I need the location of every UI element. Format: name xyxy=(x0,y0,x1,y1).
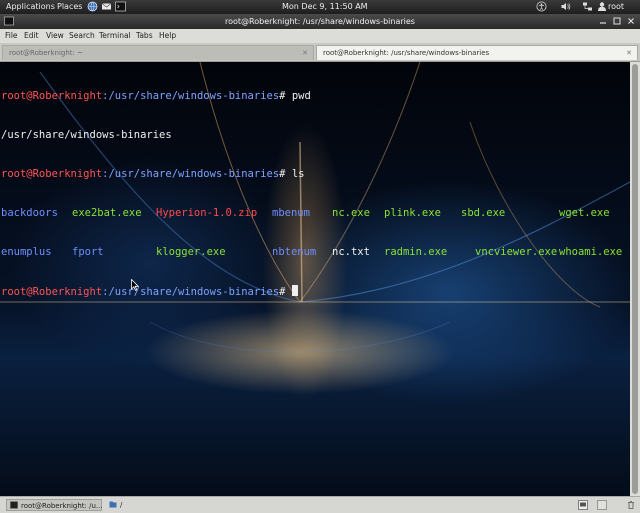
user-icon[interactable] xyxy=(597,1,607,16)
ls-entry: klogger.exe xyxy=(156,246,226,258)
scrollbar-thumb[interactable] xyxy=(632,64,638,494)
ls-entry: nc.exe xyxy=(332,207,370,219)
bottom-panel: root@Roberknight: /u... / xyxy=(0,496,640,513)
close-button[interactable] xyxy=(626,16,636,26)
taskbar-terminal-label: root@Roberknight: /u... xyxy=(21,502,103,510)
prompt-user: root@Roberknight xyxy=(1,286,103,298)
speaker-icon[interactable] xyxy=(560,1,571,16)
folder-icon xyxy=(109,501,117,508)
ls-entry: vncviewer.exe xyxy=(475,246,558,258)
prompt-line: root@Roberknight:/usr/share/windows-bina… xyxy=(1,90,311,103)
window-menu-icon[interactable] xyxy=(4,16,14,26)
ls-entry: wget.exe xyxy=(559,207,610,219)
text-cursor xyxy=(291,285,298,296)
ls-entry: nc.txt xyxy=(332,246,370,258)
envelope-icon[interactable] xyxy=(101,1,112,16)
terminal-icon xyxy=(10,501,18,509)
terminal-area[interactable]: root@Roberknight:/usr/share/windows-bina… xyxy=(0,62,630,496)
ls-entry: sbd.exe xyxy=(461,207,506,219)
prompt-line: root@Roberknight:/usr/share/windows-bina… xyxy=(1,285,311,298)
tab-home[interactable]: root@Roberknight: ~ ✕ xyxy=(2,45,314,60)
ls-entry: backdoors xyxy=(1,207,58,219)
ls-entry: radmin.exe xyxy=(384,246,448,258)
mouse-pointer-icon xyxy=(131,279,139,291)
minimize-button[interactable] xyxy=(598,16,608,26)
ls-entry: nbtenum xyxy=(272,246,317,258)
menubar: File Edit View Search Terminal Tabs Help xyxy=(0,29,640,43)
tab-label: root@Roberknight: ~ xyxy=(9,49,84,57)
prompt-path: :/usr/share/windows-binaries xyxy=(102,168,280,180)
prompt-user: root@Roberknight xyxy=(1,168,103,180)
workspace-switcher-icon[interactable] xyxy=(578,500,588,510)
trash-icon[interactable] xyxy=(626,500,636,510)
command-text: pwd xyxy=(285,90,311,102)
window-title: root@Roberknight: /usr/share/windows-bin… xyxy=(225,17,415,26)
top-panel: Applications Places Mon Dec 9, 11:50 AM … xyxy=(0,0,640,14)
ls-entry: mbenum xyxy=(272,207,310,219)
tab-windows-binaries[interactable]: root@Roberknight: /usr/share/windows-bin… xyxy=(316,45,638,60)
taskbar-terminal-button[interactable]: root@Roberknight: /u... xyxy=(6,499,103,511)
maximize-button[interactable] xyxy=(612,16,622,26)
taskbar-folder-button[interactable]: / xyxy=(106,499,136,511)
tab-close-icon[interactable]: ✕ xyxy=(302,46,308,60)
clock[interactable]: Mon Dec 9, 11:50 AM xyxy=(282,0,368,14)
menu-help[interactable]: Help xyxy=(159,29,176,43)
places-menu[interactable]: Places xyxy=(57,0,82,14)
ls-entry: exe2bat.exe xyxy=(72,207,142,219)
taskbar-folder-label: / xyxy=(120,501,123,509)
menu-edit[interactable]: Edit xyxy=(24,29,39,43)
terminal-window: root@Roberknight: /usr/share/windows-bin… xyxy=(0,14,640,496)
prompt-path: :/usr/share/windows-binaries xyxy=(102,286,280,298)
tab-bar: root@Roberknight: ~ ✕ root@Roberknight: … xyxy=(0,43,640,62)
terminal-icon[interactable] xyxy=(115,1,126,16)
menu-terminal[interactable]: Terminal xyxy=(99,29,131,43)
prompt-user: root@Roberknight xyxy=(1,90,103,102)
tab-close-icon[interactable]: ✕ xyxy=(626,46,632,60)
menu-search[interactable]: Search xyxy=(69,29,95,43)
ls-entry: plink.exe xyxy=(384,207,441,219)
workspace-2-icon[interactable] xyxy=(597,500,607,510)
prompt-line: root@Roberknight:/usr/share/windows-bina… xyxy=(1,168,311,181)
ls-entry: enumplus xyxy=(1,246,52,258)
accessibility-icon[interactable] xyxy=(536,1,547,16)
ls-entry: Hyperion-1.0.zip xyxy=(156,207,258,219)
applications-menu[interactable]: Applications xyxy=(6,0,55,14)
window-titlebar[interactable]: root@Roberknight: /usr/share/windows-bin… xyxy=(0,14,640,29)
tab-label: root@Roberknight: /usr/share/windows-bin… xyxy=(323,49,490,57)
prompt-path: :/usr/share/windows-binaries xyxy=(102,90,280,102)
menu-view[interactable]: View xyxy=(46,29,64,43)
menu-tabs[interactable]: Tabs xyxy=(136,29,153,43)
menu-file[interactable]: File xyxy=(5,29,18,43)
command-text: ls xyxy=(285,168,305,180)
ls-entry: whoami.exe xyxy=(559,246,623,258)
globe-icon[interactable] xyxy=(87,1,98,16)
terminal-output: root@Roberknight:/usr/share/windows-bina… xyxy=(1,64,622,324)
ls-row: backdoors exe2bat.exe Hyperion-1.0.zip m… xyxy=(1,207,610,220)
ls-entry: fport xyxy=(72,246,104,258)
terminal-scrollbar[interactable] xyxy=(630,62,640,496)
ls-row: enumplus fport klogger.exe nbtenum nc.tx… xyxy=(1,246,622,259)
pwd-output: /usr/share/windows-binaries xyxy=(1,129,172,141)
network-icon[interactable] xyxy=(582,1,593,16)
output-line: /usr/share/windows-binaries xyxy=(1,129,311,142)
user-menu[interactable]: root xyxy=(608,0,624,14)
